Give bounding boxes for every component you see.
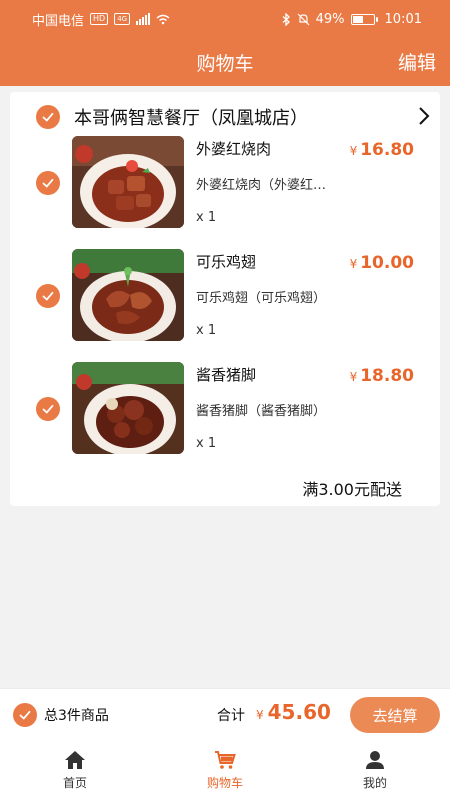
check-icon (42, 178, 54, 188)
status-left: 中国电信 HD 4G (32, 10, 170, 29)
item-quantity: x 1 (196, 323, 217, 338)
item-name: 外婆红烧肉 (196, 140, 272, 158)
item-quantity: x 1 (196, 210, 217, 225)
user-icon (366, 750, 384, 769)
cart-card: 本哥俩智慧餐厅（凤凰城店） 外婆红烧肉 ¥16.80 外婆红烧肉（外婆红… x … (10, 92, 440, 506)
tab-label: 首页 (62, 775, 87, 790)
mute-bell-icon (297, 13, 310, 25)
tab-cart[interactable]: 购物车 (165, 750, 285, 791)
page-title: 购物车 (196, 52, 254, 75)
dish-image[interactable] (72, 136, 184, 228)
checkout-bar: 总3件商品 合计 ¥45.60 去结算 (0, 688, 450, 740)
total-item-count: 总3件商品 (44, 708, 109, 724)
check-icon (42, 112, 54, 122)
clock: 10:01 (384, 11, 422, 27)
tab-profile[interactable]: 我的 (315, 750, 435, 791)
currency-symbol: ¥ (349, 144, 358, 158)
shop-name: 本哥俩智慧餐厅（凤凰城店） (74, 108, 308, 129)
currency-symbol: ¥ (256, 708, 264, 722)
item-checkbox[interactable] (36, 171, 60, 195)
item-checkbox[interactable] (36, 397, 60, 421)
status-right: 49% 10:01 (282, 12, 422, 27)
item-price: ¥10.00 (350, 253, 414, 273)
item-checkbox[interactable] (36, 284, 60, 308)
item-price: ¥18.80 (350, 366, 414, 386)
currency-symbol: ¥ (349, 257, 358, 271)
check-icon (19, 710, 31, 720)
check-icon (42, 404, 54, 414)
total-price: ¥45.60 (256, 700, 331, 724)
item-name: 可乐鸡翅 (196, 253, 257, 271)
item-price: ¥16.80 (350, 140, 414, 160)
dish-image[interactable] (72, 249, 184, 341)
status-bar: 中国电信 HD 4G 49% 10:01 (0, 0, 450, 38)
dish-image[interactable] (72, 362, 184, 454)
hd-badge: HD (90, 13, 109, 25)
home-icon (65, 750, 85, 769)
tab-label: 购物车 (206, 775, 243, 790)
carrier-label: 中国电信 (32, 13, 85, 29)
cart-item: 酱香猪脚 ¥18.80 酱香猪脚（酱香猪脚） x 1 (10, 362, 440, 457)
signal-icon (136, 13, 151, 25)
total-price-value: 45.60 (267, 700, 331, 724)
bluetooth-icon (282, 12, 290, 26)
shop-row[interactable]: 本哥俩智慧餐厅（凤凰城店） (10, 100, 440, 134)
item-price-value: 18.80 (360, 366, 414, 386)
item-name: 酱香猪脚 (196, 366, 257, 384)
check-icon (42, 291, 54, 301)
tab-home[interactable]: 首页 (15, 750, 135, 791)
tab-bar: 首页 购物车 我的 (0, 740, 450, 800)
tab-label: 我的 (362, 775, 387, 790)
item-description: 酱香猪脚（酱香猪脚） (196, 404, 327, 419)
edit-button[interactable]: 编辑 (398, 48, 436, 75)
chevron-right-icon[interactable] (416, 104, 432, 128)
item-price-value: 10.00 (360, 253, 414, 273)
battery-percent: 49% (315, 11, 345, 27)
cart-item: 外婆红烧肉 ¥16.80 外婆红烧肉（外婆红… x 1 (10, 136, 440, 231)
battery-icon (350, 13, 378, 25)
cart-icon (215, 750, 236, 769)
checkout-button[interactable]: 去结算 (350, 697, 440, 733)
currency-symbol: ¥ (349, 370, 358, 384)
wifi-icon (156, 14, 170, 24)
item-quantity: x 1 (196, 436, 217, 451)
item-description: 外婆红烧肉（外婆红… (196, 178, 327, 193)
nav-bar: 购物车 编辑 (0, 38, 450, 86)
select-all-checkbox[interactable] (13, 703, 37, 727)
item-description: 可乐鸡翅（可乐鸡翅） (196, 291, 327, 306)
network-type-badge: 4G (114, 13, 131, 25)
top-bar: 中国电信 HD 4G 49% 10:01 购物车 编辑 (0, 0, 450, 86)
delivery-threshold: 满3.00元配送 (302, 480, 402, 499)
cart-item: 可乐鸡翅 ¥10.00 可乐鸡翅（可乐鸡翅） x 1 (10, 249, 440, 344)
shop-checkbox[interactable] (36, 105, 60, 129)
item-price-value: 16.80 (360, 140, 414, 160)
sum-label: 合计 (217, 708, 245, 724)
